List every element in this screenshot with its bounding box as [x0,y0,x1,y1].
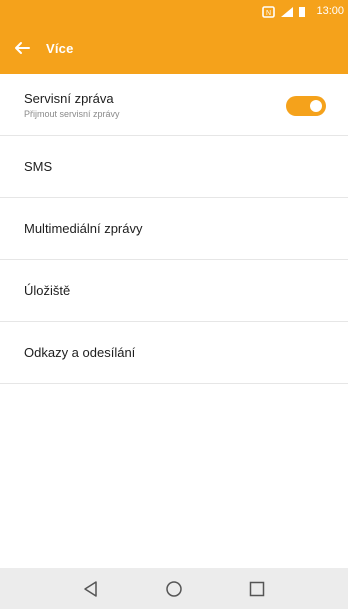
setting-links-sending[interactable]: Odkazy a odesílání [0,322,348,384]
setting-storage[interactable]: Úložiště [0,260,348,322]
battery-icon [298,5,312,17]
app-bar: Více [0,22,348,74]
setting-mms[interactable]: Multimediální zprávy [0,198,348,260]
setting-title: Úložiště [24,283,71,298]
back-button[interactable] [10,36,34,60]
toggle-knob [310,100,322,112]
recents-icon [249,581,264,596]
navigation-bar [0,568,348,609]
nav-recents-button[interactable] [244,576,270,602]
setting-subtitle: Přijmout servisní zprávy [24,108,120,119]
setting-sms[interactable]: SMS [0,136,348,198]
nav-home-button[interactable] [161,576,187,602]
setting-title: SMS [24,159,53,174]
setting-title: Multimediální zprávy [24,221,143,236]
back-icon [84,580,98,597]
status-bar: N 13:00 [0,0,348,22]
svg-text:N: N [266,10,271,17]
setting-title: Servisní zpráva [24,90,114,106]
setting-title: Odkazy a odesílání [24,345,136,360]
nav-back-button[interactable] [78,576,104,602]
signal-icon [280,5,294,17]
nfc-icon: N [262,5,276,18]
setting-service-message[interactable]: Servisní zpráva Přijmout servisní zprávy [0,74,348,136]
home-icon [166,580,182,597]
page-title: Více [46,40,74,56]
settings-list: Servisní zpráva Přijmout servisní zprávy… [0,74,348,384]
status-time: 13:00 [316,5,344,17]
service-message-toggle[interactable] [286,96,326,116]
arrow-left-icon [15,42,30,54]
